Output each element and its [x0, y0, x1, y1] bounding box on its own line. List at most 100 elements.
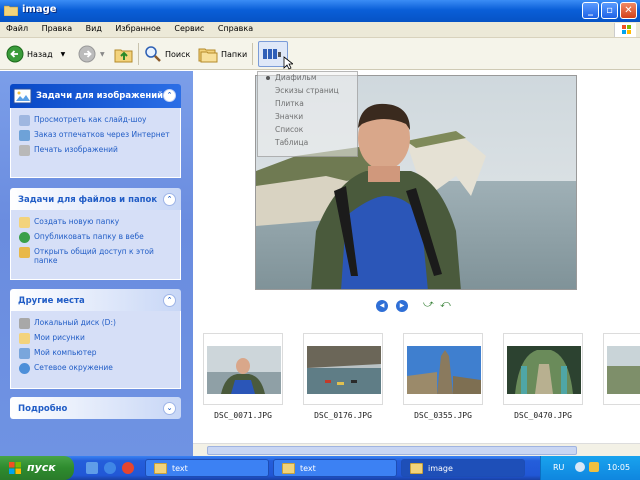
tray-icon[interactable] — [575, 462, 585, 472]
menu-bar: Файл Правка Вид Избранное Сервис Справка — [0, 22, 640, 38]
menu-edit[interactable]: Правка — [36, 22, 77, 33]
taskbar-item-image[interactable]: image — [401, 459, 525, 477]
other-places-body: Локальный диск (D:) Мои рисунки Мой комп… — [10, 311, 181, 389]
taskbar-item-text[interactable]: text — [145, 459, 269, 477]
search-button[interactable]: Поиск — [144, 44, 190, 64]
disk-drive-icon — [19, 318, 30, 329]
image-tasks-header[interactable]: Задачи для изображений ⌃ — [10, 84, 181, 108]
menu-tools[interactable]: Сервис — [168, 22, 209, 33]
view-filmstrip-item[interactable]: Диафильм — [258, 72, 357, 85]
show-desktop-icon[interactable] — [86, 462, 98, 474]
taskbar-item-text[interactable]: text — [273, 459, 397, 477]
thumbnail[interactable] — [503, 333, 583, 405]
menu-help[interactable]: Справка — [212, 22, 258, 33]
thumbnail-image — [607, 346, 640, 394]
forward-button[interactable]: ▼ — [78, 44, 105, 64]
details-header[interactable]: Подробно ⌄ — [10, 397, 181, 419]
view-tiles-item[interactable]: Плитка — [258, 98, 357, 111]
other-places-panel: Другие места ⌃ Локальный диск (D:) Мои р… — [10, 289, 181, 389]
image-tasks-title: Задачи для изображений — [36, 91, 164, 101]
rotate-clockwise-icon[interactable]: ⤻ — [423, 299, 437, 311]
window-title: image — [22, 4, 57, 15]
task-label: Открыть общий доступ к этой папке — [34, 247, 154, 265]
task-label: Просмотреть как слайд-шоу — [34, 115, 147, 124]
task-label: image — [428, 464, 453, 473]
minimize-button[interactable]: _ — [582, 2, 599, 19]
views-dropdown-menu[interactable]: Диафильм Эскизы страниц Плитка Значки Сп… — [257, 71, 358, 157]
back-button[interactable]: Назад ▼ — [6, 44, 65, 64]
place-my-computer[interactable]: Мой компьютер — [19, 348, 174, 359]
other-places-header[interactable]: Другие места ⌃ — [10, 289, 181, 311]
menu-view[interactable]: Вид — [80, 22, 107, 33]
previous-image-button[interactable]: ◀ — [376, 300, 388, 312]
task-new-folder[interactable]: Создать новую папку — [19, 217, 174, 228]
details-panel: Подробно ⌄ — [10, 397, 181, 419]
windows-flag-icon — [9, 462, 21, 474]
thumbnail-filename: DSC_0176.JPG — [314, 411, 372, 420]
task-order-prints[interactable]: Заказ отпечатков через Интернет — [19, 130, 174, 141]
place-local-disk[interactable]: Локальный диск (D:) — [19, 318, 174, 329]
up-folder-button[interactable] — [114, 44, 134, 64]
file-tasks-header[interactable]: Задачи для файлов и папок ⌃ — [10, 188, 181, 210]
image-tasks-body: Просмотреть как слайд-шоу Заказ отпечатк… — [10, 108, 181, 178]
place-label: Мой компьютер — [34, 348, 97, 357]
image-tasks-icon — [13, 88, 32, 104]
new-folder-icon — [19, 217, 30, 228]
folders-button[interactable]: Папки — [198, 44, 247, 64]
up-folder-icon — [114, 49, 133, 63]
next-image-button[interactable]: ▶ — [396, 300, 408, 312]
task-publish-web[interactable]: Опубликовать папку в вебе — [19, 232, 174, 243]
forward-dropdown-icon[interactable]: ▼ — [100, 51, 105, 58]
task-share-folder[interactable]: Открыть общий доступ к этой папке — [19, 247, 174, 265]
view-icons-item[interactable]: Значки — [258, 111, 357, 124]
my-pictures-icon — [19, 333, 30, 344]
toolbar-separator — [252, 43, 253, 65]
tray-icon[interactable] — [589, 462, 599, 472]
chrome-icon[interactable] — [122, 462, 134, 474]
task-label: text — [300, 464, 316, 473]
thumbnail-image — [207, 346, 281, 394]
place-network[interactable]: Сетевое окружение — [19, 363, 174, 374]
views-button[interactable] — [258, 41, 293, 70]
back-dropdown-icon[interactable]: ▼ — [61, 51, 66, 58]
expand-chevron-icon[interactable]: ⌄ — [163, 402, 176, 415]
place-label: Локальный диск (D:) — [34, 318, 116, 327]
collapse-chevron-icon[interactable]: ⌃ — [163, 294, 176, 307]
place-label: Мои рисунки — [34, 333, 85, 342]
rotate-counterclockwise-icon[interactable]: ⤺ — [440, 299, 454, 311]
scrollbar-thumb[interactable] — [207, 446, 577, 455]
start-button[interactable]: пуск — [0, 456, 74, 480]
thumbnail[interactable] — [303, 333, 383, 405]
other-places-title: Другие места — [18, 296, 85, 306]
place-my-pictures[interactable]: Мои рисунки — [19, 333, 174, 344]
horizontal-scrollbar[interactable] — [193, 443, 640, 456]
view-list-item[interactable]: Список — [258, 124, 357, 137]
close-button[interactable]: ✕ — [620, 2, 637, 19]
folder-icon — [410, 463, 423, 474]
thumbnail[interactable] — [603, 333, 640, 405]
thumbnail[interactable] — [203, 333, 283, 405]
collapse-chevron-icon[interactable]: ⌃ — [163, 193, 176, 206]
back-arrow-icon — [6, 45, 24, 63]
internet-explorer-icon[interactable] — [104, 462, 116, 474]
my-computer-icon — [19, 348, 30, 359]
task-label: Опубликовать папку в вебе — [34, 232, 144, 241]
system-tray: RU 10:05 — [540, 456, 640, 480]
search-icon — [145, 46, 161, 62]
language-indicator[interactable]: RU — [553, 463, 564, 472]
file-tasks-body: Создать новую папку Опубликовать папку в… — [10, 210, 181, 280]
view-details-item[interactable]: Таблица — [258, 137, 357, 150]
task-slideshow[interactable]: Просмотреть как слайд-шоу — [19, 115, 174, 126]
view-thumbnails-item[interactable]: Эскизы страниц — [258, 85, 357, 98]
windows-logo-icon — [614, 23, 636, 37]
title-bar[interactable]: image _ ▫ ✕ — [0, 0, 640, 22]
folder-icon — [4, 5, 18, 16]
collapse-chevron-icon[interactable]: ⌃ — [163, 89, 176, 102]
folder-icon — [154, 463, 167, 474]
thumbnail[interactable] — [403, 333, 483, 405]
maximize-button[interactable]: ▫ — [601, 2, 618, 19]
menu-file[interactable]: Файл — [0, 22, 33, 33]
menu-favorites[interactable]: Избранное — [109, 22, 165, 33]
task-print-images[interactable]: Печать изображений — [19, 145, 174, 156]
thumbnail-image — [507, 346, 581, 394]
